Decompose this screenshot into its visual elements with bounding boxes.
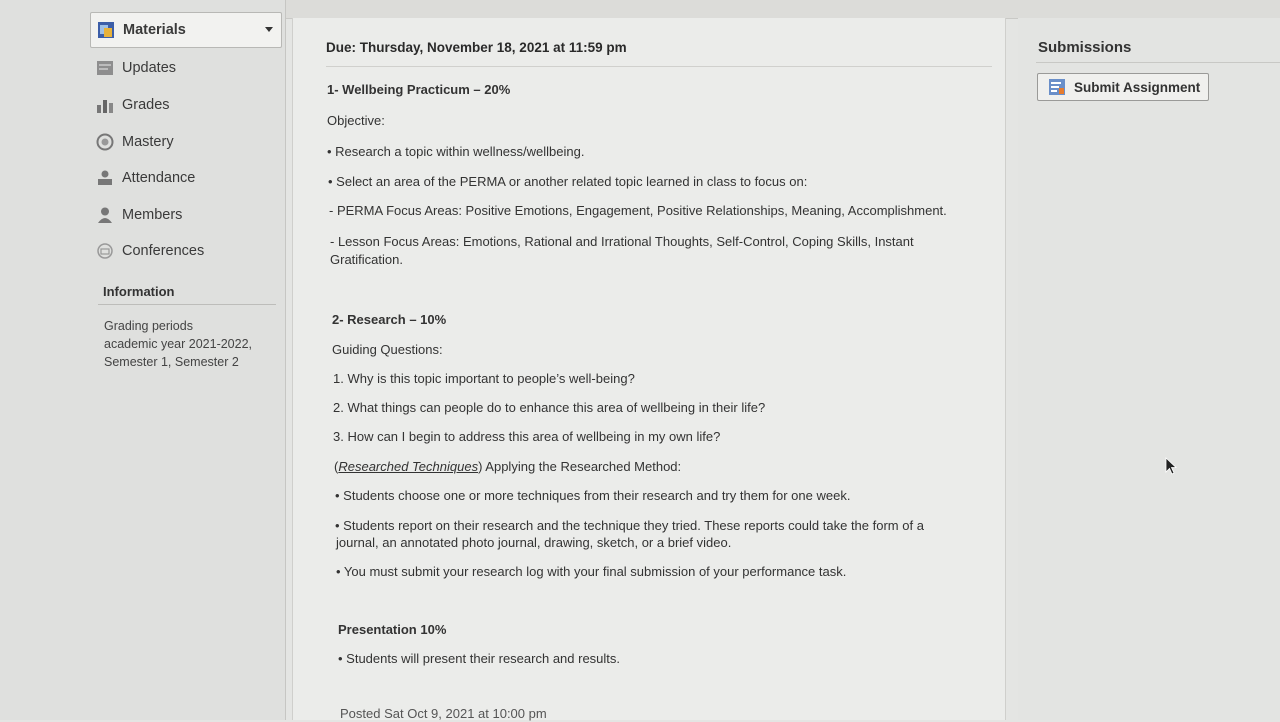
method-bullet-cont: journal, an annotated photo journal, dra… xyxy=(336,535,732,550)
header-strip xyxy=(285,0,1280,19)
grading-periods-value: academic year 2021-2022, Semester 1, Sem… xyxy=(104,337,253,369)
presentation-heading: Presentation 10% xyxy=(338,622,447,637)
guiding-question: 3. How can I begin to address this area … xyxy=(333,429,721,444)
grading-periods-label: Grading periods xyxy=(104,319,193,333)
section2-heading: 2- Research – 10% xyxy=(332,312,447,327)
guiding-question: 2. What things can people do to enhance … xyxy=(333,400,766,415)
sidebar-item-label: Materials xyxy=(123,22,186,38)
attendance-icon xyxy=(96,169,114,187)
method-bullet: • You must submit your research log with… xyxy=(336,564,847,579)
submit-assignment-label: Submit Assignment xyxy=(1074,79,1201,95)
sidebar-item-grades[interactable]: Grades xyxy=(96,89,282,121)
objective-bullet: • Select an area of the PERMA or another… xyxy=(328,174,808,189)
perma-focus-areas: - PERMA Focus Areas: Positive Emotions, … xyxy=(329,203,947,218)
submissions-panel xyxy=(1018,18,1280,720)
conferences-icon xyxy=(96,242,114,260)
objective-label: Objective: xyxy=(327,113,385,128)
presentation-bullet: • Students will present their research a… xyxy=(338,651,621,666)
section1-heading: 1- Wellbeing Practicum – 20% xyxy=(327,82,511,97)
chevron-down-icon[interactable] xyxy=(265,27,273,32)
objective-bullet: • Research a topic within wellness/wellb… xyxy=(327,144,585,159)
members-icon xyxy=(96,206,114,224)
sidebar-item-conferences[interactable]: Conferences xyxy=(96,235,282,267)
submit-assignment-icon xyxy=(1048,78,1066,96)
updates-icon xyxy=(96,59,114,77)
method-bullet: • Students choose one or more techniques… xyxy=(335,488,851,503)
researched-techniques-link[interactable]: Researched Techniques xyxy=(338,459,478,474)
posted-timestamp: Posted Sat Oct 9, 2021 at 10:00 pm xyxy=(340,706,547,721)
due-date: Due: Thursday, November 18, 2021 at 11:5… xyxy=(326,40,627,55)
lesson-focus-areas-cont: Gratification. xyxy=(330,252,403,267)
divider xyxy=(326,66,992,67)
lesson-focus-areas: - Lesson Focus Areas: Emotions, Rational… xyxy=(330,234,914,249)
submissions-heading: Submissions xyxy=(1038,39,1132,56)
sidebar-item-label: Attendance xyxy=(122,170,196,186)
sidebar-item-label: Updates xyxy=(122,60,177,76)
researched-techniques-text: ) Applying the Researched Method: xyxy=(478,459,682,474)
information-heading: Information xyxy=(103,284,175,299)
sidebar-item-label: Conferences xyxy=(122,243,205,259)
sidebar-item-label: Members xyxy=(122,207,183,223)
researched-techniques-line: (Researched Techniques) Applying the Res… xyxy=(334,459,682,474)
divider xyxy=(98,304,276,305)
grading-periods: Grading periods academic year 2021-2022,… xyxy=(104,317,274,371)
sidebar-item-label: Mastery xyxy=(122,134,174,150)
grades-icon xyxy=(96,96,114,114)
sidebar-item-members[interactable]: Members xyxy=(96,199,282,231)
sidebar-item-materials[interactable]: Materials xyxy=(90,12,282,48)
assignment-content xyxy=(292,18,1006,720)
guiding-questions-label: Guiding Questions: xyxy=(332,342,443,357)
sidebar-item-mastery[interactable]: Mastery xyxy=(96,126,282,158)
sidebar: Materials Updates Grades Mastery Attenda… xyxy=(0,0,286,720)
mouse-cursor-icon xyxy=(1165,457,1177,475)
divider xyxy=(1036,62,1280,63)
sidebar-item-updates[interactable]: Updates xyxy=(96,52,282,84)
sidebar-item-label: Grades xyxy=(122,97,170,113)
submit-assignment-button[interactable]: Submit Assignment xyxy=(1037,73,1209,101)
method-bullet: • Students report on their research and … xyxy=(335,518,924,533)
sidebar-item-attendance[interactable]: Attendance xyxy=(96,162,282,194)
materials-icon xyxy=(97,21,115,39)
mastery-icon xyxy=(96,133,114,151)
guiding-question: 1. Why is this topic important to people… xyxy=(333,371,635,386)
